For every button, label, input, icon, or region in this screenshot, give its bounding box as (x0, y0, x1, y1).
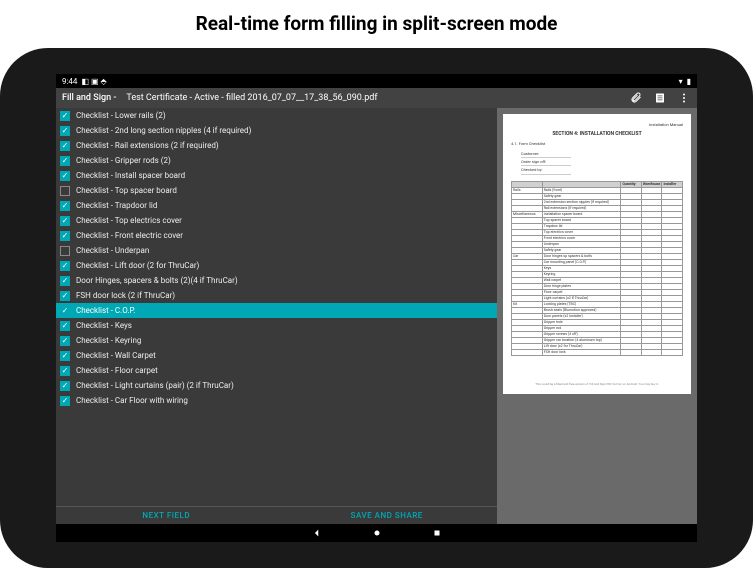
checkbox[interactable] (60, 216, 70, 226)
pdf-form-fields: Customer:Order sign off:Checked by: (521, 150, 683, 175)
more-icon[interactable] (677, 91, 691, 105)
checklist-row[interactable]: Checklist - Car Floor with wiring (56, 393, 497, 408)
checkbox[interactable] (60, 261, 70, 271)
pdf-preview-panel[interactable]: Installation Manual SECTION 4: INSTALLAT… (497, 108, 697, 524)
checklist-row[interactable]: Checklist - Trapdoor lid (56, 198, 497, 213)
checklist-label: Checklist - C.O.P. (76, 306, 135, 315)
attachment-icon[interactable] (629, 91, 643, 105)
checklist-row[interactable]: Checklist - Keys (56, 318, 497, 333)
checklist-row[interactable]: Checklist - Lift door (2 for ThruCar) (56, 258, 497, 273)
checkbox[interactable] (60, 366, 70, 376)
android-nav-bar (56, 524, 697, 542)
checklist-label: Checklist - Keyring (76, 336, 141, 345)
checklist-label: Checklist - Keys (76, 321, 132, 330)
status-notif-icon: ◧ ▣ ⬘ (81, 77, 106, 86)
checkbox[interactable] (60, 246, 70, 256)
checklist-row[interactable]: Checklist - Rail extensions (2 if requir… (56, 138, 497, 153)
checklist-label: Checklist - Floor carpet (76, 366, 158, 375)
checklist-row[interactable]: Checklist - Top electrics cover (56, 213, 497, 228)
checklist-items[interactable]: Checklist - Lower rails (2) Checklist - 2… (56, 108, 497, 506)
checkbox[interactable] (60, 396, 70, 406)
checklist-row[interactable]: Checklist - Install spacer board (56, 168, 497, 183)
checklist-label: Checklist - Gripper rods (2) (76, 156, 171, 165)
pdf-page: Installation Manual SECTION 4: INSTALLAT… (503, 114, 691, 394)
checkbox[interactable] (60, 351, 70, 361)
content-area: Checklist - Lower rails (2) Checklist - 2… (56, 108, 697, 524)
checkbox[interactable] (60, 381, 70, 391)
pdf-form-label: 4.1. Form Checklist (511, 141, 683, 146)
checklist-row[interactable]: Checklist - Front electric cover (56, 228, 497, 243)
checkbox[interactable] (60, 126, 70, 136)
checklist-label: Checklist - Car Floor with wiring (76, 396, 188, 405)
checklist-row[interactable]: Checklist - Underpan (56, 243, 497, 258)
checklist-label: Checklist - Install spacer board (76, 171, 185, 180)
next-field-button[interactable]: NEXT FIELD (56, 507, 277, 524)
checklist-label: Checklist - 2nd long section nipples (4 … (76, 126, 251, 135)
checkbox[interactable] (60, 111, 70, 121)
status-time: 9:44 (62, 77, 77, 86)
checkbox[interactable] (60, 231, 70, 241)
checklist-label: Checklist - Trapdoor lid (76, 201, 157, 210)
pdf-footer: This could be a filled and free version … (511, 382, 683, 386)
checklist-label: Checklist - Rail extensions (2 if requir… (76, 141, 219, 150)
checklist-row[interactable]: Checklist - Light curtains (pair) (2 if … (56, 378, 497, 393)
checklist-label: Door Hinges, spacers & bolts (2)(4 if Th… (76, 276, 238, 285)
pdf-table: QuantityWarehouseInstallerRailsRails (fr… (511, 181, 683, 356)
checklist-label: Checklist - Lift door (2 for ThruCar) (76, 261, 199, 270)
checkbox[interactable] (60, 156, 70, 166)
checklist-label: Checklist - Wall Carpet (76, 351, 156, 360)
checkbox[interactable] (60, 306, 70, 316)
checklist-label: Checklist - Top electrics cover (76, 216, 182, 225)
checklist-row[interactable]: Checklist - Top spacer board (56, 183, 497, 198)
checklist-label: Checklist - Lower rails (2) (76, 111, 166, 120)
checklist-row[interactable]: Checklist - 2nd long section nipples (4 … (56, 123, 497, 138)
save-share-button[interactable]: SAVE AND SHARE (277, 507, 498, 524)
wifi-icon: ▾ (679, 77, 683, 86)
page-icon[interactable] (653, 91, 667, 105)
checkbox[interactable] (60, 321, 70, 331)
battery-icon: ▮ (687, 77, 691, 86)
checklist-row[interactable]: Checklist - Floor carpet (56, 363, 497, 378)
nav-back-icon[interactable] (312, 528, 322, 538)
pdf-header-right: Installation Manual (649, 122, 683, 127)
caption: Real-time form filling in split-screen m… (0, 0, 753, 43)
checklist-row[interactable]: FSH door lock (2 if ThruCar) (56, 288, 497, 303)
checklist-row[interactable]: Checklist - Keyring (56, 333, 497, 348)
doc-title: Test Certificate - Active - filled 2016_… (126, 93, 377, 103)
checkbox[interactable] (60, 201, 70, 211)
checklist-row[interactable]: Door Hinges, spacers & bolts (2)(4 if Th… (56, 273, 497, 288)
checklist-panel: Checklist - Lower rails (2) Checklist - 2… (56, 108, 497, 524)
checkbox[interactable] (60, 186, 70, 196)
checklist-row[interactable]: Checklist - Lower rails (2) (56, 108, 497, 123)
title-bar: Fill and Sign - Test Certificate - Activ… (56, 88, 697, 108)
checklist-label: Checklist - Top spacer board (76, 186, 177, 195)
nav-home-icon[interactable] (372, 528, 382, 538)
nav-recent-icon[interactable] (432, 528, 442, 538)
app-name: Fill and Sign - (62, 93, 116, 103)
checkbox[interactable] (60, 141, 70, 151)
checklist-label: Checklist - Light curtains (pair) (2 if … (76, 381, 234, 390)
checkbox[interactable] (60, 276, 70, 286)
tablet-frame: 9:44 ◧ ▣ ⬘ ▾ ▮ Fill and Sign - Test Cert… (0, 48, 753, 568)
checklist-label: FSH door lock (2 if ThruCar) (76, 291, 175, 300)
checkbox[interactable] (60, 291, 70, 301)
checkbox[interactable] (60, 336, 70, 346)
checklist-row[interactable]: Checklist - Wall Carpet (56, 348, 497, 363)
status-bar: 9:44 ◧ ▣ ⬘ ▾ ▮ (56, 74, 697, 88)
checkbox[interactable] (60, 171, 70, 181)
checklist-label: Checklist - Front electric cover (76, 231, 183, 240)
checklist-label: Checklist - Underpan (76, 246, 149, 255)
checklist-row[interactable]: Checklist - C.O.P. (56, 303, 497, 318)
pdf-section-title: SECTION 4: INSTALLATION CHECKLIST (511, 131, 683, 137)
screen: 9:44 ◧ ▣ ⬘ ▾ ▮ Fill and Sign - Test Cert… (56, 74, 697, 542)
checklist-row[interactable]: Checklist - Gripper rods (2) (56, 153, 497, 168)
bottom-actions: NEXT FIELD SAVE AND SHARE (56, 506, 497, 524)
